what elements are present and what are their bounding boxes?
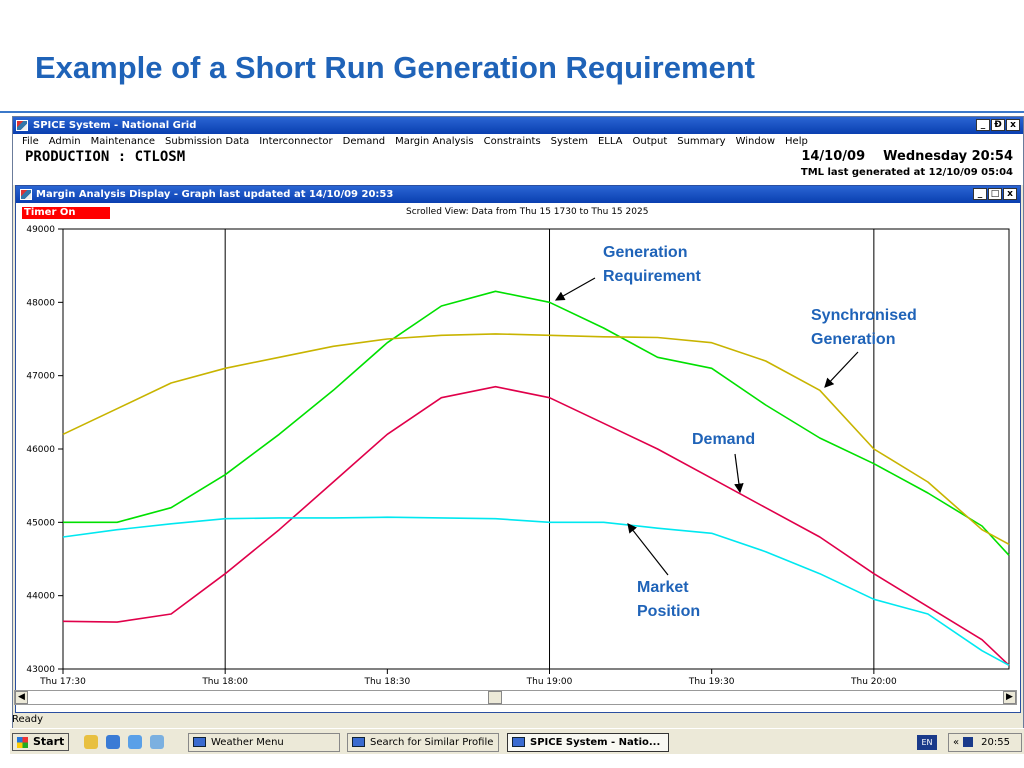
taskbar: Start Weather Menu Search for Similar Pr…	[10, 728, 1024, 754]
generation-requirement-annotation: Generation Requirement	[603, 241, 701, 289]
browser-icon[interactable]	[106, 735, 120, 749]
market-position-annotation: Market Position	[637, 576, 700, 624]
y-tick-label: 47000	[26, 372, 55, 382]
x-tick-label: Thu 17:30	[39, 677, 86, 687]
annotation-line: Position	[637, 603, 701, 620]
tray-expand-icon[interactable]: «	[949, 737, 959, 748]
horizontal-scrollbar[interactable]: ◀ ▶	[14, 690, 1017, 705]
y-tick-label: 46000	[26, 445, 55, 455]
scroll-right-arrow-icon[interactable]: ▶	[1003, 691, 1016, 704]
scroll-thumb[interactable]	[488, 691, 502, 704]
x-tick-label: Thu 18:30	[363, 677, 410, 687]
annotation-line: Generation	[603, 244, 688, 261]
window-icon	[193, 737, 206, 747]
status-bar: Ready	[12, 714, 44, 725]
x-tick-label: Thu 19:30	[688, 677, 735, 687]
x-axis: Thu 17:30 Thu 18:00 Thu 18:30 Thu 19:00 Thu …	[39, 669, 897, 687]
y-tick-label: 44000	[26, 592, 55, 602]
annotation-line: Generation	[811, 331, 896, 348]
system-tray: «20:55	[948, 733, 1022, 752]
task-spice-system[interactable]: SPICE System - Natio...	[507, 733, 669, 752]
x-tick-label: Thu 20:00	[850, 677, 897, 687]
info-icon[interactable]	[150, 735, 164, 749]
annotation-line: Synchronised	[811, 307, 917, 324]
start-button[interactable]: Start	[12, 733, 70, 751]
task-weather-menu[interactable]: Weather Menu	[188, 733, 340, 752]
task-search-similar-profile[interactable]: Search for Similar Profile	[347, 733, 499, 752]
demand-annotation: Demand	[692, 431, 756, 448]
y-tick-label: 48000	[26, 298, 55, 308]
plot-area	[62, 228, 1010, 670]
annotation-line: Requirement	[603, 268, 701, 285]
y-tick-label: 49000	[26, 225, 55, 235]
x-tick-label: Thu 18:00	[201, 677, 248, 687]
synchronised-generation-annotation: Synchronised Generation	[811, 304, 917, 352]
window-icon	[352, 737, 365, 747]
annotation-line: Market	[637, 579, 689, 596]
window-icon	[512, 737, 525, 747]
y-axis: 49000 48000 47000 46000 45000 44000 43000	[26, 225, 63, 675]
x-tick-label: Thu 19:00	[526, 677, 573, 687]
y-tick-label: 43000	[26, 665, 55, 675]
language-indicator[interactable]: EN	[917, 735, 937, 750]
scroll-left-arrow-icon[interactable]: ◀	[15, 691, 28, 704]
margin-analysis-chart: 49000 48000 47000 46000 45000 44000 43000 Thu …	[26, 225, 1010, 687]
y-tick-label: 45000	[26, 518, 55, 528]
folder-icon[interactable]	[84, 735, 98, 749]
ie-icon[interactable]	[128, 735, 142, 749]
monitor-icon	[963, 737, 974, 747]
